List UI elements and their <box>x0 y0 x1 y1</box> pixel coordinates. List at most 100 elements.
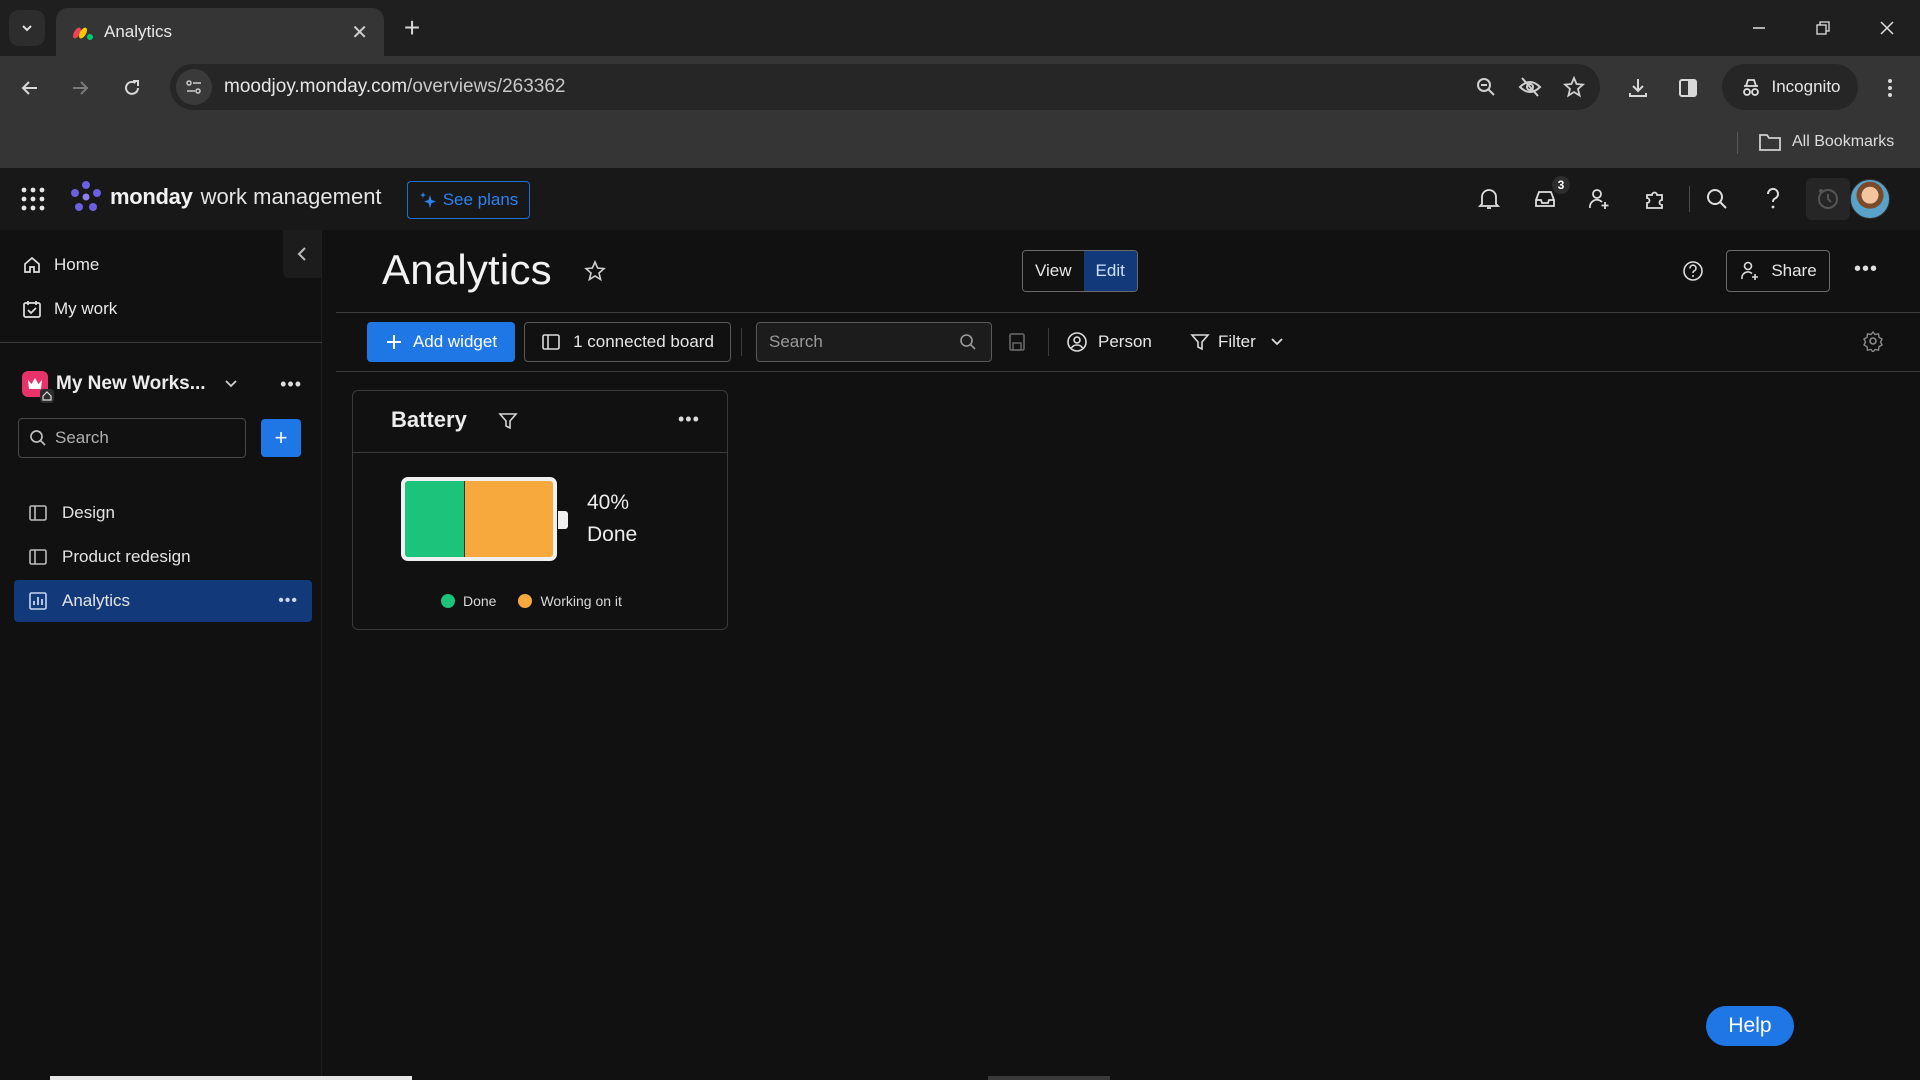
zoom-button[interactable] <box>1468 69 1504 105</box>
search-everything-button[interactable] <box>1701 183 1733 215</box>
brand-name: monday <box>110 184 193 209</box>
browser-menu-button[interactable] <box>1872 70 1908 106</box>
sidebar-item-design[interactable]: Design <box>14 492 312 534</box>
tracking-protection-button[interactable] <box>1512 69 1548 105</box>
share-button[interactable]: Share <box>1726 250 1830 292</box>
sidebar-search[interactable] <box>18 418 246 458</box>
widget-more-button[interactable]: ••• <box>678 409 700 430</box>
dashboard-search-input[interactable] <box>769 332 959 352</box>
view-mode-button[interactable]: View <box>1023 251 1084 291</box>
board-label: Design <box>62 503 115 522</box>
add-item-button[interactable]: + <box>261 419 301 457</box>
battery-gauge <box>401 477 557 561</box>
incognito-label: Incognito <box>1771 77 1841 96</box>
url-path: /overviews/263362 <box>407 76 566 97</box>
save-icon <box>1009 333 1025 351</box>
user-avatar[interactable] <box>1850 179 1890 219</box>
monday-logo[interactable]: monday work management <box>70 180 382 214</box>
all-bookmarks-button[interactable]: All Bookmarks <box>1758 126 1894 158</box>
legend-dot-working-on-it <box>518 594 533 608</box>
battery-cap <box>558 511 568 529</box>
folder-icon <box>1759 134 1781 151</box>
search-icon <box>960 334 976 350</box>
arrow-left-icon <box>21 81 37 95</box>
bookmark-star-button[interactable] <box>1556 69 1592 105</box>
battery-segment-done <box>405 481 465 557</box>
workspace-name: My New Works... <box>56 373 206 394</box>
tab-search-button[interactable] <box>9 10 45 46</box>
back-button[interactable] <box>12 70 48 106</box>
connected-boards-button[interactable]: 1 connected board <box>524 322 731 362</box>
page-help-button[interactable] <box>1682 260 1704 282</box>
apps-marketplace-button[interactable] <box>1639 183 1671 215</box>
help-floating-button[interactable]: Help <box>1706 1006 1794 1046</box>
dashboard-settings-button[interactable] <box>1862 330 1884 352</box>
apps-grid-button[interactable] <box>20 186 46 212</box>
arrow-right-icon <box>73 81 89 95</box>
site-info-button[interactable] <box>176 69 212 105</box>
person-filter-button[interactable]: Person <box>1066 326 1152 358</box>
ai-assistant-icon <box>1818 189 1838 209</box>
board-icon <box>29 549 47 565</box>
side-panel-button[interactable] <box>1670 70 1706 106</box>
widget-header: Battery ••• <box>353 391 727 453</box>
board-label: Product redesign <box>62 547 191 566</box>
ai-assistant-button[interactable] <box>1806 178 1850 220</box>
side-panel-icon <box>1679 79 1697 97</box>
board-more-button[interactable]: ••• <box>278 592 298 610</box>
browser-tab[interactable]: Analytics ✕ <box>56 8 384 56</box>
favorite-button[interactable] <box>584 260 606 282</box>
notifications-button[interactable] <box>1473 183 1505 215</box>
sidebar-search-input[interactable] <box>55 428 225 448</box>
product-name: work management <box>200 184 382 209</box>
restore-icon <box>1816 21 1830 35</box>
forward-button[interactable] <box>62 70 98 106</box>
collapse-sidebar-button[interactable] <box>283 230 321 278</box>
widget-filter-button[interactable] <box>498 411 518 431</box>
horizontal-scrollbar-thumb-main[interactable] <box>988 1076 1110 1080</box>
question-mark-icon <box>1766 187 1779 209</box>
new-tab-button[interactable]: + <box>396 12 428 44</box>
sidebar-item-home[interactable]: Home <box>22 249 99 281</box>
dashboard-search[interactable] <box>756 322 992 362</box>
page-more-button[interactable]: ••• <box>1854 258 1878 281</box>
help-button[interactable] <box>1757 183 1789 215</box>
restore-button[interactable] <box>1798 10 1848 46</box>
main-content: Analytics View Edit Share ••• Add widget… <box>336 230 1920 1080</box>
battery-status-label: Done <box>587 523 638 546</box>
sidebar-item-product-redesign[interactable]: Product redesign <box>14 536 312 578</box>
minimize-button[interactable] <box>1734 10 1784 46</box>
sidebar-item-my-work[interactable]: My work <box>22 293 117 325</box>
sidebar-item-analytics[interactable]: Analytics ••• <box>14 580 312 622</box>
toolbar-divider <box>741 328 742 356</box>
horizontal-scrollbar-thumb[interactable] <box>50 1076 412 1080</box>
incognito-icon <box>1742 79 1759 96</box>
page-title: Analytics <box>382 246 552 293</box>
edit-mode-button[interactable]: Edit <box>1083 251 1137 291</box>
legend-label: Done <box>463 593 497 609</box>
workspace-icon <box>22 371 54 403</box>
apps-grid-icon <box>21 187 45 211</box>
search-icon <box>30 430 46 446</box>
invite-members-button[interactable] <box>1583 183 1615 215</box>
reload-button[interactable] <box>114 70 150 106</box>
url-text[interactable]: moodjoy.monday.com/overviews/263362 <box>224 76 1468 98</box>
inbox-count-badge: 3 <box>1552 176 1570 194</box>
address-bar[interactable]: moodjoy.monday.com/overviews/263362 <box>170 64 1600 110</box>
sidebar-divider <box>0 342 322 343</box>
star-icon <box>1563 76 1585 98</box>
workspace-more-button[interactable]: ••• <box>280 374 302 395</box>
person-filter-label: Person <box>1098 332 1152 351</box>
save-view-button[interactable] <box>1008 332 1026 352</box>
close-window-button[interactable] <box>1862 10 1912 46</box>
close-tab-icon[interactable]: ✕ <box>351 20 368 45</box>
battery-widget: Battery ••• 40% Done Done Working on it <box>352 390 728 630</box>
see-plans-button[interactable]: See plans <box>407 181 530 219</box>
downloads-button[interactable] <box>1620 70 1656 106</box>
kebab-menu-icon <box>1888 79 1892 97</box>
incognito-indicator[interactable]: Incognito <box>1722 64 1858 110</box>
workspace-selector[interactable]: My New Works... ••• <box>22 366 302 403</box>
filter-button[interactable]: Filter <box>1190 326 1284 358</box>
tab-title: Analytics <box>104 22 173 41</box>
add-widget-button[interactable]: Add widget <box>367 322 515 362</box>
